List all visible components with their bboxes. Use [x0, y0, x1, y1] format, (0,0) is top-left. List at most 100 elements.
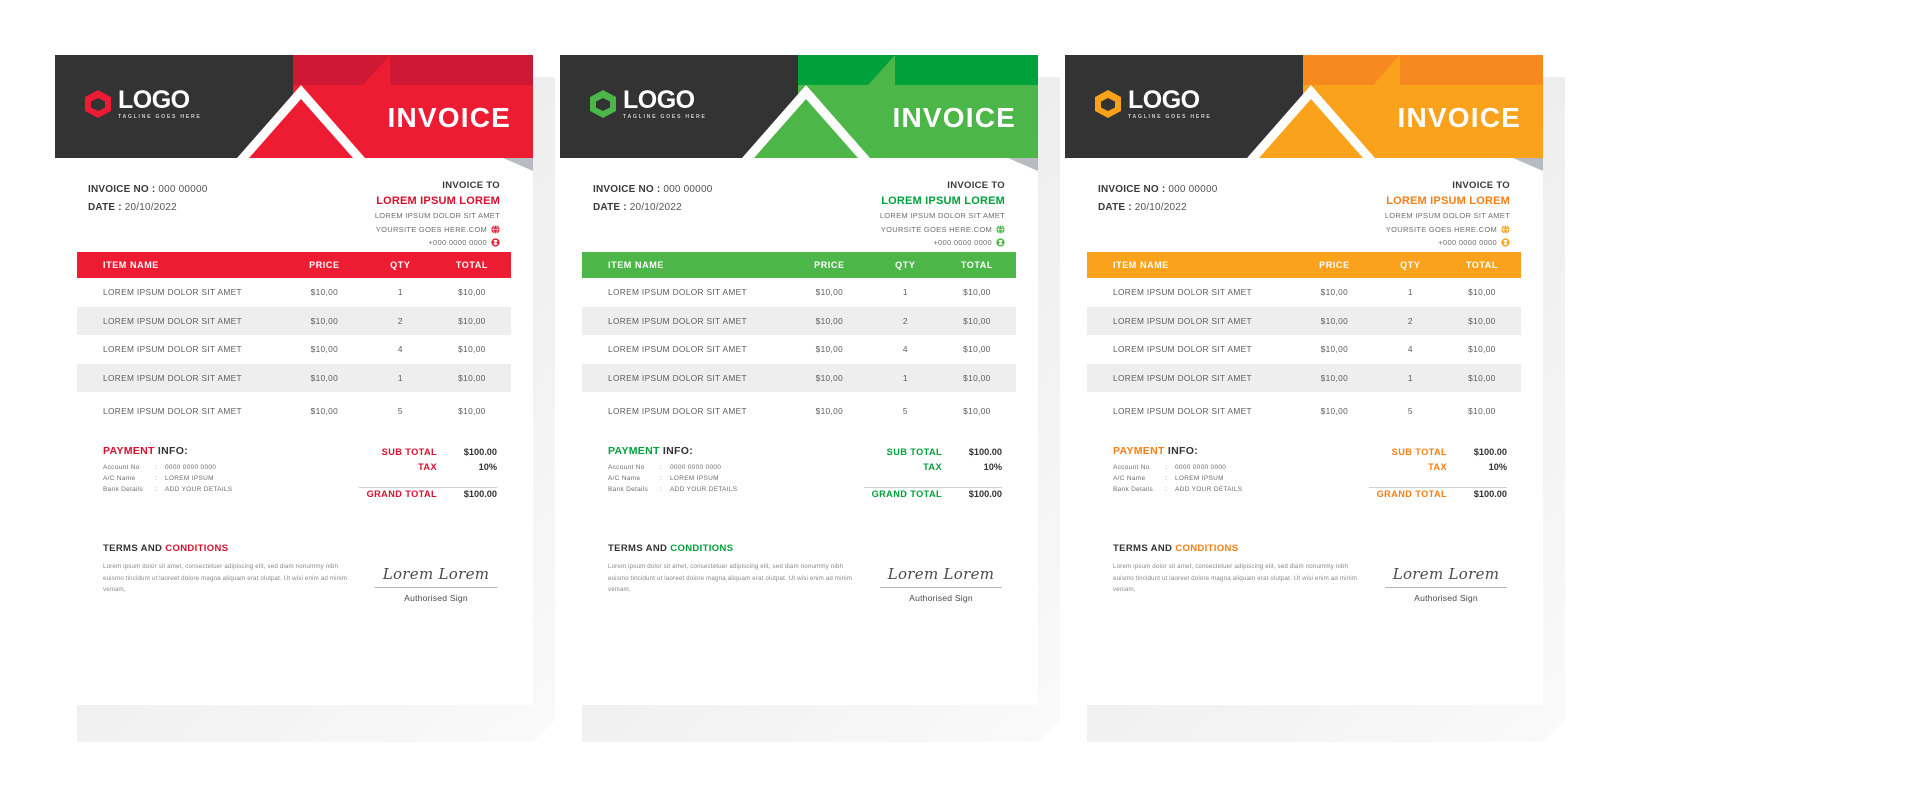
terms-body: Lorem ipsum dolor sit amet, consectetuer… — [1113, 563, 1358, 594]
table-row: LOREM IPSUM DOLOR SIT AMET $10,00 1 $10,00 — [77, 278, 511, 307]
cell-total: $10,00 — [1468, 405, 1496, 416]
table-row: LOREM IPSUM DOLOR SIT AMET $10,00 4 $10,00 — [582, 335, 1016, 364]
cell-price: $10,00 — [310, 287, 339, 298]
payment-info-value: LOREM IPSUM — [165, 475, 214, 483]
payment-info-value: LOREM IPSUM — [1175, 475, 1224, 483]
totals-label: GRAND TOTAL — [366, 489, 437, 500]
totals-spacer — [1377, 475, 1447, 487]
cell-qty: 1 — [902, 373, 908, 384]
logo-tagline: TAGLINE GOES HERE — [1128, 114, 1212, 120]
signature-block: Lorem Lorem Authorised Sign — [1385, 565, 1507, 603]
signature-script: Lorem Lorem — [887, 565, 995, 584]
cell-item-name: LOREM IPSUM DOLOR SIT AMET — [1113, 373, 1252, 384]
payment-info-separator: : — [155, 475, 158, 483]
logo-text: LOGO TAGLINE GOES HERE — [118, 88, 202, 120]
cell-total: $10,00 — [1468, 344, 1496, 355]
totals-values: $100.00 10% $100.00 — [1474, 445, 1507, 502]
payment-info-title-accent: PAYMENT — [608, 445, 660, 458]
signature-script: Lorem Lorem — [1392, 565, 1500, 584]
payment-info-title: PAYMENT INFO: — [103, 445, 232, 457]
totals-divider — [864, 487, 1002, 489]
column-header-price: PRICE — [309, 260, 340, 270]
invoice-to-website-text: YOURSITE GOES HERE.COM — [375, 225, 487, 234]
cell-qty: 2 — [397, 315, 403, 326]
totals-value: $100.00 — [1473, 489, 1507, 500]
invoice-template-set: LOGO TAGLINE GOES HERE INVOICE INVOICE NO :… — [0, 0, 1920, 797]
cell-item-name: LOREM IPSUM DOLOR SIT AMET — [1113, 315, 1252, 326]
payment-info-key: A/C Name — [103, 475, 136, 483]
invoice-meta-left: INVOICE NO : 000 00000 DATE : 20/10/2022 — [1098, 184, 1217, 220]
globe-icon — [1501, 225, 1510, 234]
cell-total: $10,00 — [963, 287, 991, 298]
payment-info-separator: : — [660, 475, 663, 483]
totals-divider — [359, 487, 497, 489]
cell-total: $10,00 — [1468, 287, 1496, 298]
cell-price: $10,00 — [310, 344, 339, 355]
column-header-total: TOTAL — [455, 260, 488, 270]
invoice-title: INVOICE — [1397, 102, 1521, 133]
totals-values: $100.00 10% $100.00 — [969, 445, 1002, 502]
payment-info-value: ADD YOUR DETAILS — [165, 486, 233, 494]
table-row: LOREM IPSUM DOLOR SIT AMET $10,00 5 $10,00 — [1087, 392, 1521, 429]
cell-item-name: LOREM IPSUM DOLOR SIT AMET — [1113, 344, 1252, 355]
table-row: LOREM IPSUM DOLOR SIT AMET $10,00 2 $10,00 — [582, 306, 1016, 336]
payment-info: PAYMENT INFO: Account No:0000 0000 0000 A/… — [1113, 445, 1242, 497]
totals-value: $100.00 — [968, 447, 1002, 458]
payment-info-title-accent: PAYMENT — [103, 445, 155, 458]
invoice-number-label: INVOICE NO : — [593, 184, 661, 195]
table-row: LOREM IPSUM DOLOR SIT AMET $10,00 1 $10,00 — [582, 278, 1016, 307]
payment-info-value: LOREM IPSUM — [670, 475, 719, 483]
invoice-card-orange: LOGO TAGLINE GOES HERE INVOICE INVOICE NO :… — [1065, 55, 1565, 742]
cell-item-name: LOREM IPSUM DOLOR SIT AMET — [608, 315, 747, 326]
totals-labels: SUB TOTAL TAX GRAND TOTAL — [1377, 445, 1447, 502]
logo-word: LOGO — [1128, 86, 1200, 114]
cell-total: $10,00 — [963, 405, 991, 416]
invoice-to-name: LOREM IPSUM LOREM — [376, 195, 500, 207]
payment-info-separator: : — [155, 464, 158, 472]
totals-labels: SUB TOTAL TAX GRAND TOTAL — [872, 445, 942, 502]
terms-title-accent: CONDITIONS — [1175, 543, 1239, 555]
terms-and-signature: TERMS AND CONDITIONS Lorem ipsum dolor si… — [1087, 543, 1521, 633]
cell-qty: 1 — [1407, 287, 1413, 298]
signature-block: Lorem Lorem Authorised Sign — [880, 565, 1002, 603]
invoice-number: INVOICE NO : 000 00000 — [593, 184, 712, 195]
terms-and-signature: TERMS AND CONDITIONS Lorem ipsum dolor si… — [582, 543, 1016, 633]
invoice-number-value: 000 00000 — [1168, 184, 1218, 195]
cell-qty: 1 — [1407, 373, 1413, 384]
cell-total: $10,00 — [963, 344, 991, 355]
terms-and-signature: TERMS AND CONDITIONS Lorem ipsum dolor si… — [77, 543, 511, 633]
logo-text: LOGO TAGLINE GOES HERE — [623, 88, 707, 120]
signature-caption: Authorised Sign — [404, 593, 468, 604]
invoice-to-block: INVOICE TO LOREM IPSUM LOREM LOREM IPSUM D… — [1385, 180, 1510, 251]
payment-info: PAYMENT INFO: Account No:0000 0000 0000 A/… — [103, 445, 232, 497]
totals-value: 10% — [983, 462, 1002, 473]
cell-item-name: LOREM IPSUM DOLOR SIT AMET — [103, 373, 242, 384]
table-row: LOREM IPSUM DOLOR SIT AMET $10,00 1 $10,00 — [1087, 363, 1521, 393]
terms-title-accent: CONDITIONS — [165, 543, 229, 555]
invoice-to-website: YOURSITE GOES HERE.COM — [880, 225, 1005, 234]
totals-spacer — [1474, 475, 1507, 487]
cell-qty: 5 — [1407, 405, 1413, 416]
totals-value: $100.00 — [463, 447, 497, 458]
invoice-date-label: DATE : — [88, 202, 122, 213]
table-row: LOREM IPSUM DOLOR SIT AMET $10,00 4 $10,00 — [1087, 335, 1521, 364]
logo: LOGO TAGLINE GOES HERE — [85, 88, 202, 120]
invoice-to-block: INVOICE TO LOREM IPSUM LOREM LOREM IPSUM D… — [375, 180, 500, 251]
payment-and-totals: PAYMENT INFO: Account No:0000 0000 0000 A/… — [582, 445, 1016, 521]
payment-info-row: Bank Details: ADD YOUR DETAILS — [1113, 486, 1242, 493]
terms-body: Lorem ipsum dolor sit amet, consectetuer… — [103, 563, 348, 594]
cell-item-name: LOREM IPSUM DOLOR SIT AMET — [103, 287, 242, 298]
payment-info-key: Account No — [103, 464, 140, 472]
column-header-qty: QTY — [1400, 260, 1421, 270]
cell-qty: 1 — [397, 287, 403, 298]
cell-total: $10,00 — [963, 373, 991, 384]
invoice-number: INVOICE NO : 000 00000 — [1098, 184, 1217, 195]
invoice-date-value: 20/10/2022 — [1134, 202, 1187, 213]
cell-price: $10,00 — [1320, 373, 1349, 384]
column-header-qty: QTY — [895, 260, 916, 270]
payment-info-row: Account No:0000 0000 0000 — [608, 464, 737, 471]
totals-label: TAX — [418, 462, 437, 473]
table-row: LOREM IPSUM DOLOR SIT AMET $10,00 5 $10,00 — [582, 392, 1016, 429]
telephone-icon — [491, 238, 500, 247]
payment-info-title: PAYMENT INFO: — [1113, 445, 1242, 457]
